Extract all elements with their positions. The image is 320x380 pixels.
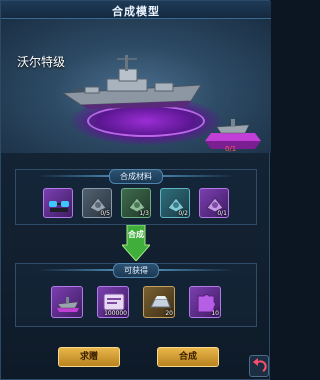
request-gift-button[interactable]: 求赠 — [58, 347, 120, 367]
materials-header: 合成材料 — [16, 168, 256, 184]
material-slot[interactable]: 0/1 — [199, 188, 229, 218]
back-arrow-icon — [253, 358, 267, 372]
ship-model-icon — [57, 297, 79, 312]
reward-qty: 100000 — [104, 310, 127, 317]
merge-model-panel: 合成模型 沃尔特级 0/1 合成材料 0/5 1/3 0/2 0/1 合成 可获… — [0, 0, 271, 380]
material-qty: 0/2 — [178, 210, 188, 217]
reward-slot[interactable]: 20 — [143, 286, 175, 318]
rewards-header: 可获得 — [16, 262, 256, 278]
rewards-list: 100000 20 10 — [16, 286, 256, 318]
material-slot[interactable]: 1/3 — [121, 188, 151, 218]
material-qty: 0/1 — [217, 210, 227, 217]
ship-showcase: 沃尔特级 0/1 — [1, 19, 271, 153]
model-box-icon — [205, 119, 261, 149]
reward-qty: 10 — [211, 310, 219, 317]
model-count: 0/1 — [225, 145, 237, 153]
reward-slot[interactable]: 10 — [189, 286, 221, 318]
material-qty: 0/5 — [100, 210, 110, 217]
title-bar: 合成模型 — [1, 1, 271, 19]
combine-button[interactable]: 合成 — [157, 347, 219, 367]
materials-title: 合成材料 — [109, 168, 163, 184]
reward-qty: 20 — [165, 310, 173, 317]
reward-slot[interactable] — [51, 286, 83, 318]
rewards-section: 可获得 100000 20 10 — [15, 262, 257, 327]
material-slot[interactable]: 0/5 — [82, 188, 112, 218]
rewards-title: 可获得 — [113, 262, 159, 278]
ship-name: 沃尔特级 — [17, 55, 66, 69]
page-title: 合成模型 — [112, 5, 160, 18]
materials-list: 0/5 1/3 0/2 0/1 — [16, 188, 256, 218]
back-button[interactable] — [249, 355, 269, 377]
material-qty: 1/3 — [139, 210, 149, 217]
reward-slot[interactable]: 100000 — [97, 286, 129, 318]
materials-section: 合成材料 0/5 1/3 0/2 0/1 — [15, 168, 257, 225]
glasses-icon — [49, 201, 69, 212]
material-slot[interactable] — [43, 188, 73, 218]
warship-model-icon — [61, 55, 202, 109]
merge-arrow: 合成 — [122, 225, 150, 261]
material-slot[interactable]: 0/2 — [160, 188, 190, 218]
merge-label: 合成 — [128, 230, 144, 239]
